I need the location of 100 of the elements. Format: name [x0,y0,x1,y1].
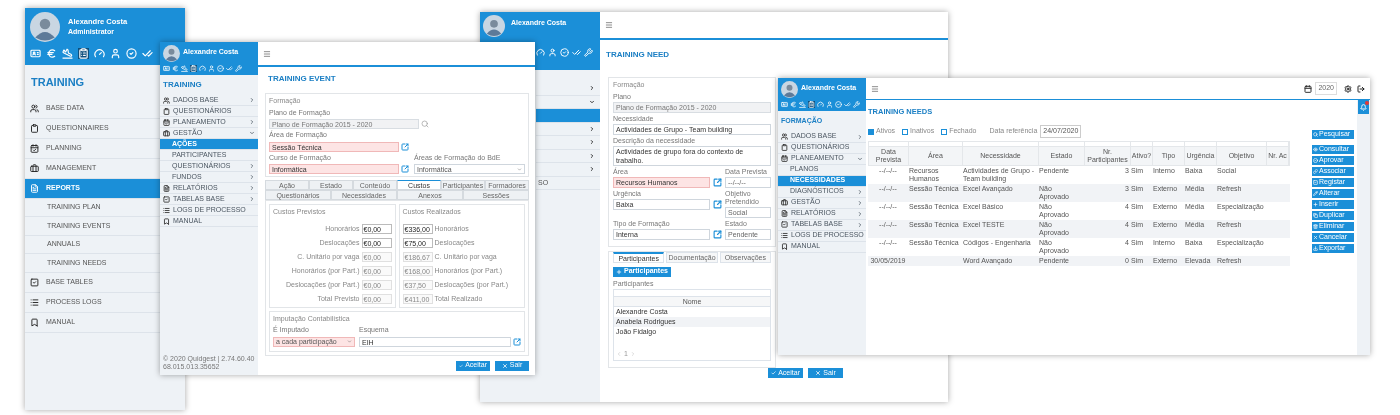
clipboard-icon [30,123,39,133]
plane-icon[interactable] [62,47,73,59]
logout-icon[interactable] [1357,84,1365,93]
page-title: TRAINING EVENT [268,73,336,85]
plane-icon[interactable] [799,101,806,108]
bookmark-icon [163,217,170,225]
user-icon[interactable] [110,47,121,59]
menu-item[interactable] [536,109,600,123]
double-check-icon[interactable] [142,47,153,59]
bookmark-icon [781,243,788,250]
check-icon [771,370,777,376]
plus-icon [1313,202,1318,207]
calendar-icon [781,155,788,162]
wrench-icon[interactable] [235,65,242,72]
bookmark-icon [30,317,39,327]
clipboard-icon[interactable] [190,65,197,72]
close-icon [815,370,822,376]
menu-icon[interactable] [263,49,271,58]
menu-icon[interactable] [871,84,879,93]
gauge-icon[interactable] [536,48,545,57]
id-card-icon[interactable] [781,101,788,108]
section-title: TRAINING [31,75,85,90]
checkbox[interactable] [941,128,948,135]
gauge-icon[interactable] [199,65,206,72]
checkbox[interactable] [868,128,874,135]
clipboard-icon[interactable] [78,47,89,59]
check-circle-icon[interactable] [835,101,842,108]
open-link-icon[interactable] [713,229,722,239]
search-icon [1313,132,1318,137]
double-check-icon[interactable] [844,101,851,108]
avatar [30,12,60,42]
list-icon [163,206,170,214]
euro-icon[interactable] [46,47,57,59]
clipboard-icon [781,144,788,151]
notification-badge [1365,101,1369,105]
search-icon[interactable] [421,120,429,128]
caret-icon [517,166,522,172]
user-icon[interactable] [208,65,215,72]
euro-icon[interactable] [172,65,179,72]
check-circle-icon[interactable] [126,47,137,59]
calendar-icon[interactable] [1304,84,1313,93]
wrench-icon[interactable] [853,101,860,108]
check-circle-icon [1313,158,1318,163]
clipboard-icon [163,107,170,115]
wrench-icon[interactable] [584,48,593,57]
user-icon[interactable] [826,101,833,108]
open-link-icon[interactable] [401,165,409,173]
double-check-icon[interactable] [226,65,233,72]
settings-icon[interactable] [1344,84,1352,93]
briefcase-icon [781,199,788,206]
copy-icon [1313,213,1318,218]
download-icon [1313,246,1318,251]
open-link-icon[interactable] [513,337,521,346]
checkbox-icon [30,277,39,287]
link-icon [1313,169,1318,174]
document-icon [163,184,170,192]
check-circle-icon[interactable] [560,48,569,57]
page-title: TRAINING NEED [606,49,670,61]
plane-icon[interactable] [181,65,188,72]
check-circle-icon[interactable] [217,65,224,72]
pencil-icon [1313,191,1318,196]
menu-icon[interactable] [605,21,613,29]
open-link-icon[interactable] [713,177,722,187]
people-icon [781,133,788,140]
user-icon[interactable] [548,48,557,57]
checkbox-icon [163,195,170,203]
calendar-icon [163,118,170,126]
people-icon [163,96,170,104]
id-card-icon[interactable] [163,65,170,72]
open-link-icon[interactable] [713,199,722,209]
notifications-button[interactable] [1358,100,1369,114]
calendar-icon [30,143,39,153]
checkbox-icon [781,221,788,228]
eye-icon [1313,147,1318,152]
check-icon [459,362,464,369]
avatar [163,45,180,62]
checkbox-icon [1313,180,1318,185]
avatar [781,81,798,98]
euro-icon[interactable] [790,101,797,108]
section-title: TRAINING [163,79,202,91]
gauge-icon[interactable] [94,47,105,59]
clipboard-icon[interactable] [808,101,815,108]
id-card-icon[interactable] [30,47,41,59]
bell-icon [1360,103,1367,111]
open-link-icon[interactable] [401,142,409,151]
list-icon [30,297,39,307]
people-icon [30,103,39,113]
trash-icon [1313,224,1318,229]
close-icon [1313,235,1318,240]
briefcase-icon [30,163,39,173]
list-icon [781,232,788,239]
plus-icon [616,268,622,275]
close-icon [501,362,508,369]
document-icon [30,183,39,193]
briefcase-icon [163,129,170,137]
double-check-icon[interactable] [572,48,581,57]
gauge-icon[interactable] [817,101,824,108]
checkbox[interactable] [902,128,909,135]
document-icon [781,210,788,217]
avatar [483,15,505,37]
